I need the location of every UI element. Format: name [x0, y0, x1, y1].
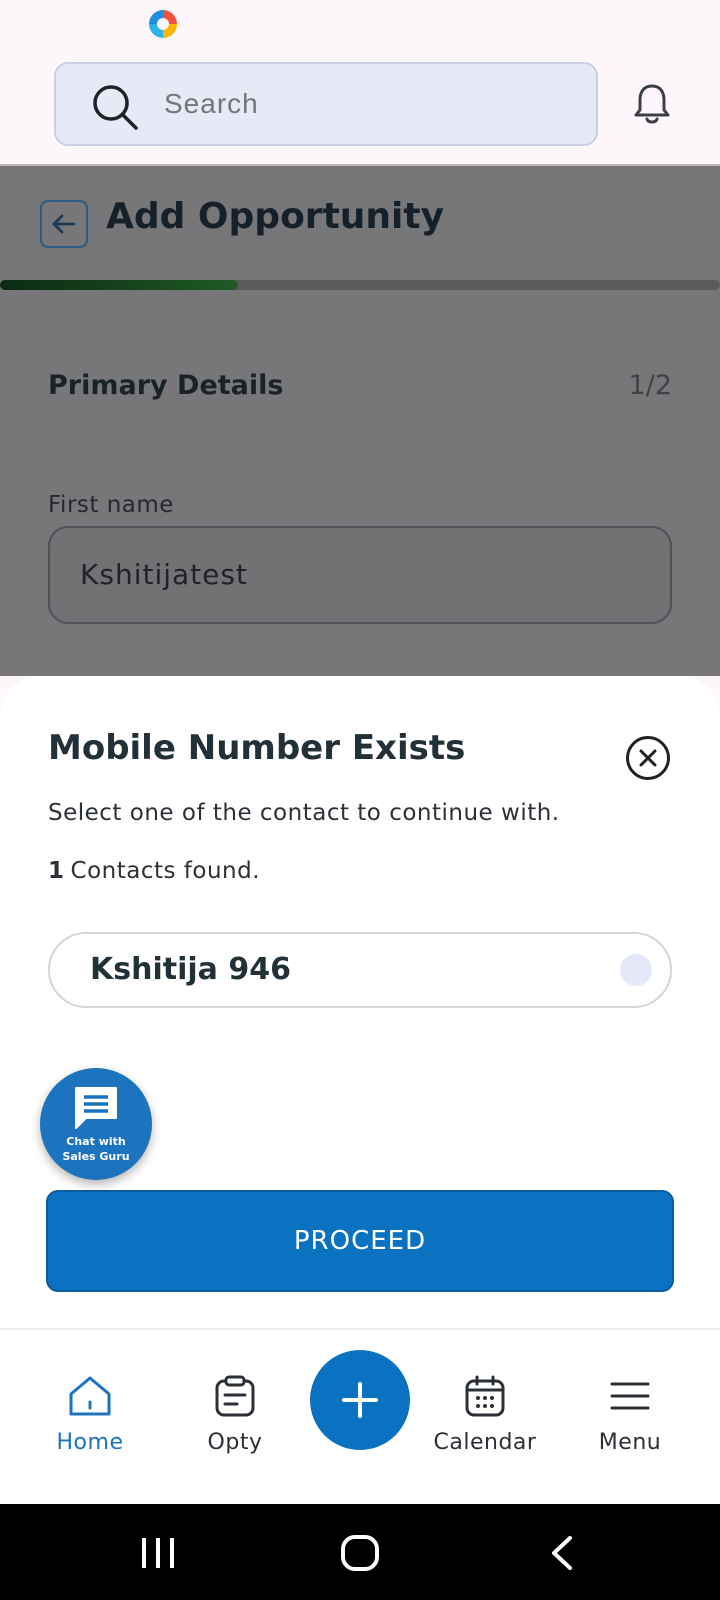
progress-bar-fill — [0, 280, 238, 290]
nav-opty-label: Opty — [207, 1430, 263, 1455]
nav-home[interactable]: Home — [20, 1374, 160, 1455]
clipboard-icon — [215, 1375, 255, 1417]
search-icon — [93, 85, 138, 130]
contact-option[interactable]: Kshitija 946 — [48, 932, 672, 1008]
proceed-button[interactable]: PROCEED — [46, 1190, 674, 1292]
search-box[interactable] — [54, 62, 598, 146]
contact-name: Kshitija 946 — [90, 952, 291, 987]
dialog-title: Mobile Number Exists — [48, 728, 466, 768]
chat-icon — [75, 1087, 117, 1129]
home-icon — [69, 1376, 111, 1416]
arrow-left-icon — [52, 214, 76, 234]
chat-label: Chat with Sales Guru — [40, 1134, 152, 1164]
progress-bar — [0, 280, 720, 290]
app-notification-icon — [149, 10, 177, 38]
first-name-value: Kshitijatest — [80, 558, 248, 591]
top-bar — [0, 48, 720, 166]
contact-radio[interactable] — [620, 954, 652, 986]
bell-icon[interactable] — [632, 82, 672, 126]
add-button[interactable] — [310, 1350, 410, 1450]
system-nav-bar — [0, 1504, 720, 1600]
back-system-icon[interactable] — [548, 1534, 576, 1572]
first-name-field[interactable]: Kshitijatest — [48, 526, 672, 624]
bottom-nav: Home Opty Calendar Menu — [0, 1328, 720, 1504]
back-button[interactable] — [40, 200, 88, 248]
close-icon — [639, 749, 657, 767]
plus-icon — [342, 1382, 378, 1418]
nav-menu[interactable]: Menu — [560, 1374, 700, 1455]
menu-icon — [610, 1382, 650, 1410]
contacts-found-line: 1 Contacts found. — [48, 858, 260, 884]
nav-home-label: Home — [56, 1430, 124, 1455]
chat-label-line2: Sales Guru — [62, 1150, 130, 1163]
chat-label-line1: Chat with — [66, 1135, 126, 1148]
nav-calendar[interactable]: Calendar — [415, 1374, 555, 1455]
chat-with-sales-guru-button[interactable]: Chat with Sales Guru — [40, 1068, 152, 1180]
page-title: Add Opportunity — [106, 196, 445, 237]
home-system-icon[interactable] — [340, 1534, 380, 1572]
contacts-found-text: Contacts found. — [70, 858, 261, 884]
dialog-description: Select one of the contact to continue wi… — [48, 800, 560, 826]
calendar-icon — [465, 1375, 505, 1417]
nav-menu-label: Menu — [598, 1430, 662, 1455]
status-bar — [0, 0, 720, 48]
recent-apps-icon[interactable] — [140, 1536, 176, 1570]
contacts-found-count: 1 — [48, 858, 65, 884]
nav-calendar-label: Calendar — [433, 1430, 537, 1455]
add-opportunity-page: Add Opportunity Primary Details 1/2 Firs… — [0, 166, 720, 676]
search-input[interactable] — [164, 64, 564, 144]
nav-opty[interactable]: Opty — [165, 1374, 305, 1455]
close-button[interactable] — [626, 736, 670, 780]
section-step: 1/2 — [628, 370, 672, 401]
section-title: Primary Details — [48, 370, 284, 401]
first-name-label: First name — [48, 492, 174, 518]
